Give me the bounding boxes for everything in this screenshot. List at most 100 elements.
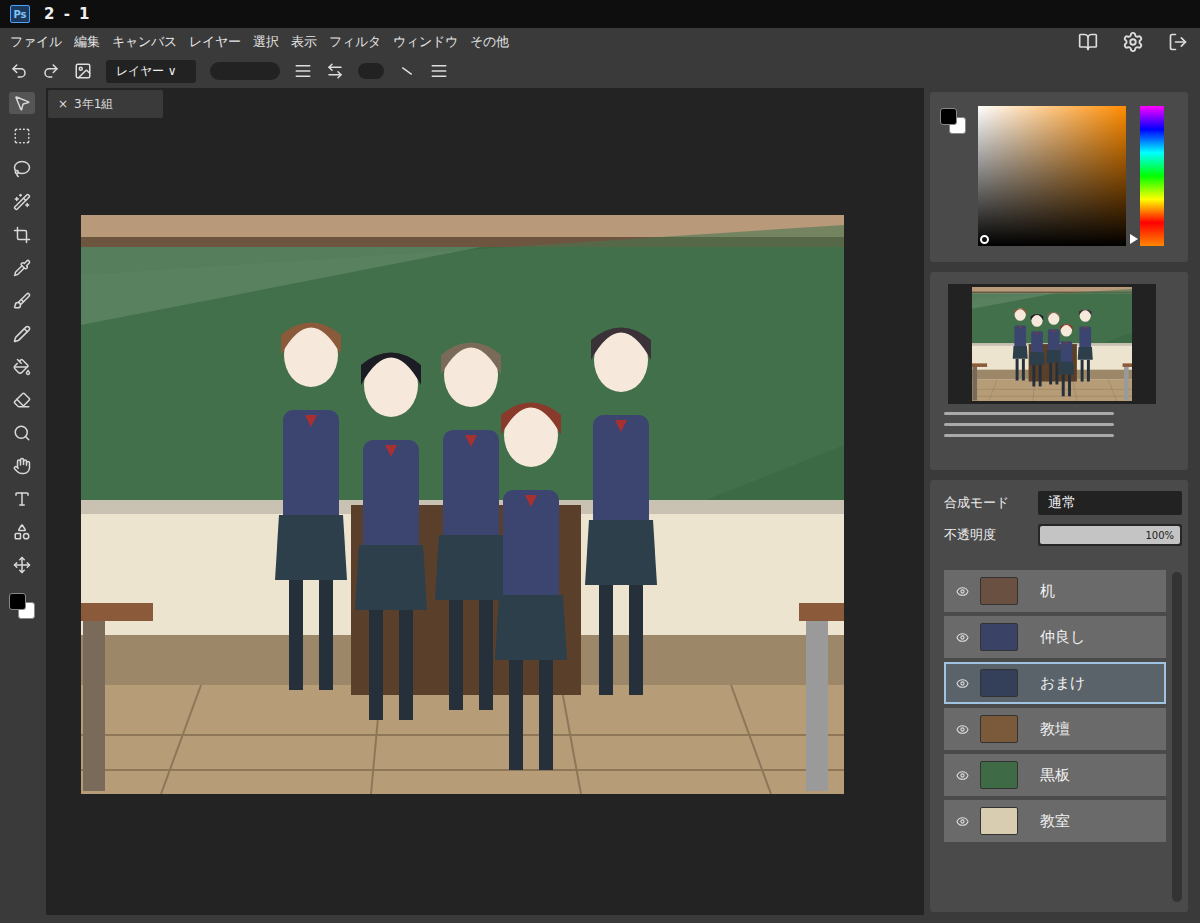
undo-icon[interactable] — [10, 62, 28, 80]
menu-item[interactable]: その他 — [470, 33, 509, 51]
menu-item[interactable]: レイヤー — [189, 33, 241, 51]
align-icon[interactable] — [430, 62, 448, 80]
zoom-icon[interactable] — [13, 424, 31, 442]
eye-icon[interactable] — [956, 677, 969, 690]
opacity-slider[interactable]: 100% — [1038, 524, 1182, 546]
visibility-toggle[interactable] — [956, 585, 970, 598]
visibility-toggle[interactable] — [956, 677, 970, 690]
color-picker[interactable] — [980, 235, 989, 244]
rotate-slider[interactable] — [944, 423, 1114, 426]
tool-button[interactable] — [9, 125, 35, 147]
color-swatches[interactable] — [9, 593, 35, 619]
menu-item[interactable]: 編集 — [74, 33, 100, 51]
menu-item[interactable]: ファイル — [10, 33, 62, 51]
text-tool-icon[interactable] — [13, 490, 31, 508]
brush-option[interactable] — [210, 62, 280, 80]
crop-icon[interactable] — [13, 226, 31, 244]
move-pointer-icon[interactable] — [13, 94, 31, 112]
hue-slider[interactable] — [1140, 106, 1164, 246]
color-field[interactable] — [978, 106, 1126, 246]
image-icon[interactable] — [74, 62, 92, 80]
layer-row[interactable]: 黒板 — [944, 754, 1166, 796]
lines-icon[interactable] — [294, 62, 312, 80]
visibility-toggle[interactable] — [956, 723, 970, 736]
book-icon[interactable] — [1078, 32, 1098, 52]
tool-button[interactable] — [9, 191, 35, 213]
navigator-panel — [930, 272, 1188, 470]
eraser-icon[interactable] — [13, 391, 31, 409]
foreground-swatch[interactable] — [9, 593, 26, 610]
layer-name: おまけ — [1040, 674, 1085, 693]
document-tab[interactable]: ×3年1組 — [48, 90, 163, 118]
tool-button[interactable] — [9, 356, 35, 378]
menu-item[interactable]: キャンバス — [112, 33, 177, 51]
layer-row[interactable]: 机 — [944, 570, 1166, 612]
brush-icon[interactable] — [13, 292, 31, 310]
tab-close[interactable]: × — [58, 97, 68, 111]
layer-thumbnail — [980, 623, 1018, 651]
transform-icon[interactable] — [13, 556, 31, 574]
layer-row[interactable]: 仲良し — [944, 616, 1166, 658]
layer-select[interactable]: レイヤー ∨ — [106, 60, 196, 83]
menu-item[interactable]: 表示 — [291, 33, 317, 51]
layer-name: 机 — [1040, 582, 1055, 601]
exit-icon[interactable] — [1168, 32, 1188, 52]
tool-button[interactable] — [9, 257, 35, 279]
bucket-icon[interactable] — [13, 358, 31, 376]
zoom-slider[interactable] — [944, 412, 1114, 415]
eye-icon[interactable] — [956, 723, 969, 736]
tool-button[interactable] — [9, 158, 35, 180]
opacity-label: 不透明度 — [944, 526, 1026, 544]
layer-row[interactable]: おまけ — [944, 662, 1166, 704]
tool-button[interactable] — [9, 521, 35, 543]
navigator-preview[interactable] — [948, 284, 1156, 404]
layer-row[interactable]: 教壇 — [944, 708, 1166, 750]
hand-icon[interactable] — [13, 457, 31, 475]
blend-mode-field[interactable]: 通常 — [1038, 491, 1182, 515]
tool-button[interactable] — [9, 488, 35, 510]
tool-button[interactable] — [9, 554, 35, 576]
hue-handle[interactable] — [1130, 234, 1138, 244]
magic-wand-icon[interactable] — [13, 193, 31, 211]
color-swatches[interactable] — [940, 108, 966, 134]
layer-row[interactable]: 教室 — [944, 800, 1166, 842]
swap-icon[interactable] — [326, 62, 344, 80]
tool-button[interactable] — [9, 92, 35, 114]
visibility-toggle[interactable] — [956, 769, 970, 782]
menu-item[interactable]: フィルタ — [329, 33, 381, 51]
gear-icon[interactable] — [1122, 31, 1144, 53]
app-window: Ps2 - 1 ファイル編集キャンバスレイヤー選択表示フィルタウィンドウその他レイ… — [0, 0, 1200, 923]
tool-button[interactable] — [9, 224, 35, 246]
tool-button[interactable] — [9, 323, 35, 345]
tool-button[interactable] — [9, 389, 35, 411]
marquee-icon[interactable] — [13, 127, 31, 145]
menu-item[interactable]: ウィンドウ — [393, 33, 458, 51]
mode-option[interactable] — [358, 63, 384, 79]
tool-button[interactable] — [9, 290, 35, 312]
options-bar: レイヤー ∨ — [0, 56, 1200, 86]
eyedropper-icon[interactable] — [13, 259, 31, 277]
canvas-artwork[interactable] — [972, 287, 1132, 401]
figure — [1013, 308, 1028, 380]
redo-icon[interactable] — [42, 62, 60, 80]
line-icon[interactable] — [394, 58, 419, 83]
eye-icon[interactable] — [956, 585, 969, 598]
menu-item[interactable]: 選択 — [253, 33, 279, 51]
foreground-swatch[interactable] — [940, 108, 957, 125]
flip-slider[interactable] — [944, 434, 1114, 437]
tool-button[interactable] — [9, 455, 35, 477]
visibility-toggle[interactable] — [956, 631, 970, 644]
tool-button[interactable] — [9, 422, 35, 444]
eye-icon[interactable] — [956, 815, 969, 828]
eye-icon[interactable] — [956, 631, 969, 644]
pencil-icon[interactable] — [13, 325, 31, 343]
scrollbar[interactable] — [1172, 572, 1182, 902]
lasso-icon[interactable] — [13, 160, 31, 178]
eye-icon[interactable] — [956, 769, 969, 782]
figure — [495, 403, 567, 771]
shapes-icon[interactable] — [13, 523, 31, 541]
layer-thumbnail — [980, 577, 1018, 605]
visibility-toggle[interactable] — [956, 815, 970, 828]
canvas-artwork[interactable] — [81, 215, 844, 794]
title-bar: Ps2 - 1 — [0, 0, 1200, 28]
